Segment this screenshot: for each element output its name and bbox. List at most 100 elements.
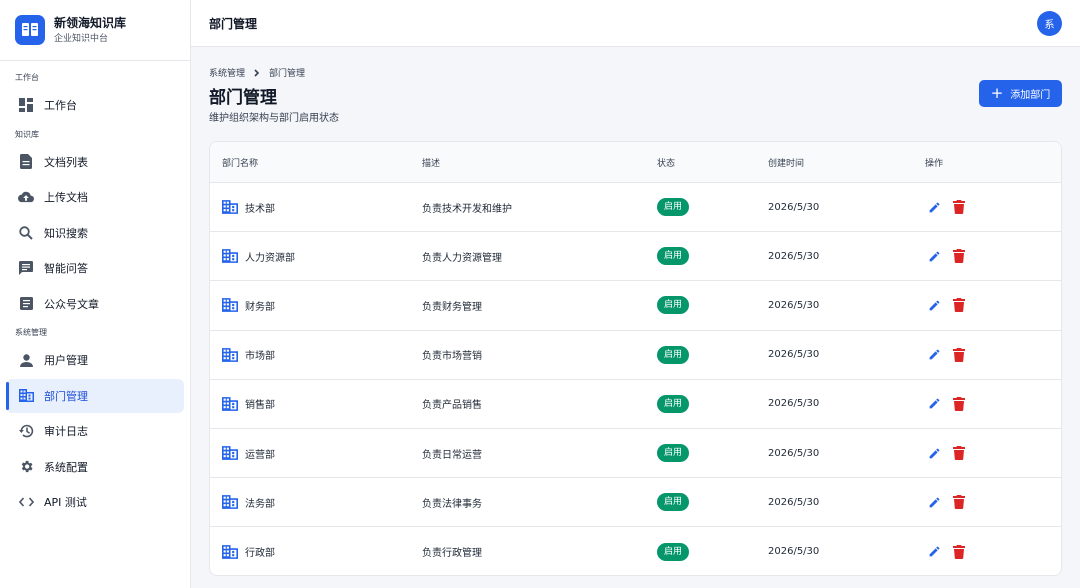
sidebar-item-search[interactable]: 知识搜索 — [6, 216, 184, 250]
pencil-icon — [929, 398, 939, 409]
status-cell: 启用 — [657, 542, 690, 561]
pencil-icon — [929, 497, 939, 508]
chat-icon — [18, 260, 34, 276]
search-icon — [18, 225, 34, 241]
page-title: 部门管理 — [209, 88, 277, 108]
building-icon — [222, 495, 238, 510]
delete-button[interactable] — [950, 247, 968, 265]
department-name: 运营部 — [245, 449, 275, 461]
topbar-title: 部门管理 — [209, 16, 258, 31]
sidebar-item-label: 智能问答 — [44, 262, 88, 275]
sidebar-item-upload[interactable]: 上传文档 — [6, 180, 184, 214]
pencil-icon — [929, 300, 939, 311]
delete-button[interactable] — [950, 296, 968, 314]
table-row: 法务部 负责法律事务 启用 2026/5/30 — [210, 478, 1061, 528]
sidebar-item-audit[interactable]: 审计日志 — [6, 414, 184, 448]
header-name: 部门名称 — [222, 158, 259, 169]
row-actions — [925, 395, 975, 413]
header-desc: 描述 — [422, 158, 441, 169]
status-badge: 启用 — [657, 345, 690, 364]
pencil-icon — [929, 251, 939, 262]
department-table: 部门名称 描述 状态 创建时间 操作 技术部 负责技术开发和维护 启用 2026… — [209, 141, 1062, 576]
sidebar-item-label: 审计日志 — [44, 425, 88, 438]
dashboard-icon — [18, 97, 34, 113]
status-badge: 启用 — [657, 198, 690, 217]
sidebar-item-label: 系统配置 — [44, 460, 88, 474]
edit-button[interactable] — [925, 543, 943, 561]
delete-button[interactable] — [950, 444, 968, 462]
status-badge: 启用 — [657, 542, 690, 561]
row-actions — [925, 444, 975, 462]
sidebar-item-api-test[interactable]: API 测试 — [6, 485, 184, 519]
table-row: 技术部 负责技术开发和维护 启用 2026/5/30 — [210, 183, 1061, 233]
row-actions — [925, 198, 975, 216]
department-desc: 负责法律事务 — [422, 498, 482, 510]
table-row: 运营部 负责日常运营 启用 2026/5/30 — [210, 429, 1061, 479]
edit-button[interactable] — [925, 493, 943, 511]
sidebar-item-departments[interactable]: 部门管理 — [6, 378, 184, 413]
row-actions — [925, 543, 975, 561]
delete-button[interactable] — [950, 543, 968, 561]
brand[interactable]: 新领海知识库 企业知识中台 — [0, 0, 190, 61]
sidebar-item-settings[interactable]: 系统配置 — [6, 450, 184, 484]
building-icon — [222, 544, 238, 559]
department-name: 技术部 — [245, 203, 275, 215]
add-department-button[interactable]: + 添加部门 — [979, 80, 1062, 107]
edit-button[interactable] — [925, 444, 943, 462]
code-icon — [18, 494, 34, 510]
delete-button[interactable] — [950, 198, 968, 216]
delete-button[interactable] — [950, 493, 968, 511]
pencil-icon — [929, 202, 939, 212]
department-name: 销售部 — [245, 400, 275, 412]
department-desc: 负责产品销售 — [422, 400, 482, 412]
department-desc: 负责人力资源管理 — [422, 252, 502, 264]
sidebar-item-documents[interactable]: 文档列表 — [6, 145, 184, 179]
status-badge: 启用 — [657, 296, 690, 315]
trash-icon — [953, 200, 965, 215]
nav-group-label: 知识库 — [15, 129, 39, 139]
sidebar: 新领海知识库 企业知识中台 工作台 工作台 知识库 文档列表 上传文档 知识搜索… — [0, 0, 191, 588]
cloud-upload-icon — [18, 189, 34, 205]
trash-icon — [953, 495, 965, 510]
created-time: 2026/5/30 — [768, 546, 820, 558]
building-icon — [222, 446, 238, 460]
document-icon — [18, 154, 34, 170]
edit-button[interactable] — [925, 346, 943, 364]
chevron-right-icon — [254, 68, 260, 77]
table-row: 财务部 负责财务管理 启用 2026/5/30 — [210, 281, 1061, 331]
edit-button[interactable] — [925, 296, 943, 314]
department-desc: 负责日常运营 — [422, 449, 482, 461]
edit-button[interactable] — [925, 395, 943, 413]
pencil-icon — [929, 349, 939, 360]
page-subtitle: 维护组织架构与部门启用状态 — [209, 113, 339, 124]
department-name-cell: 市场部 — [222, 347, 275, 362]
sidebar-item-users[interactable]: 用户管理 — [6, 343, 184, 377]
breadcrumb-parent[interactable]: 系统管理 — [209, 66, 245, 79]
edit-button[interactable] — [925, 198, 943, 216]
row-actions — [925, 493, 975, 511]
history-icon — [18, 423, 34, 439]
row-actions — [925, 296, 975, 314]
status-cell: 启用 — [657, 296, 690, 315]
sidebar-item-qa[interactable]: 智能问答 — [6, 251, 184, 285]
sidebar-item-articles[interactable]: 公众号文章 — [6, 287, 184, 321]
building-icon — [222, 347, 238, 362]
edit-button[interactable] — [925, 247, 943, 265]
table-row: 销售部 负责产品销售 启用 2026/5/30 — [210, 380, 1061, 429]
department-name-cell: 销售部 — [222, 396, 275, 411]
building-icon — [222, 396, 238, 411]
created-time: 2026/5/30 — [768, 201, 820, 213]
sidebar-item-dashboard[interactable]: 工作台 — [6, 88, 184, 122]
department-name-cell: 法务部 — [222, 495, 275, 510]
building-icon — [18, 388, 34, 404]
sidebar-item-label: 公众号文章 — [44, 297, 99, 311]
table-row: 人力资源部 负责人力资源管理 启用 2026/5/30 — [210, 232, 1061, 282]
department-name: 法务部 — [245, 498, 275, 510]
trash-icon — [953, 249, 965, 264]
header-ops: 操作 — [925, 158, 944, 169]
created-time: 2026/5/30 — [768, 299, 820, 311]
status-cell: 启用 — [657, 394, 690, 413]
delete-button[interactable] — [950, 395, 968, 413]
avatar[interactable]: 系 — [1037, 10, 1062, 36]
delete-button[interactable] — [950, 346, 968, 364]
